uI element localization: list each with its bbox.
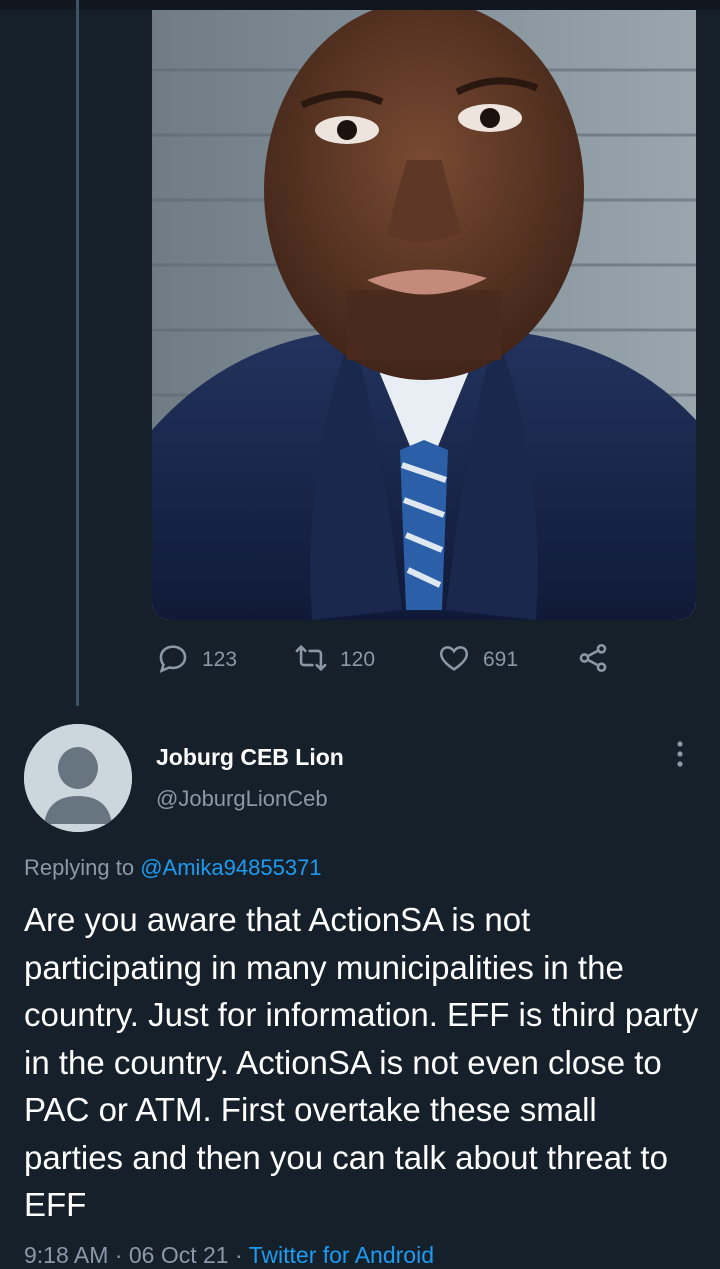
tweet-time: 9:18 AM bbox=[24, 1242, 109, 1268]
reply-button[interactable]: 123 bbox=[156, 640, 237, 680]
tweet-media-image[interactable] bbox=[152, 10, 696, 620]
retweet-icon bbox=[294, 641, 328, 680]
top-edge bbox=[0, 0, 720, 10]
meta-separator: · bbox=[234, 1242, 243, 1268]
reply-text: Are you aware that ActionSA is not parti… bbox=[24, 901, 699, 1223]
retweet-button[interactable]: 120 bbox=[294, 640, 375, 680]
like-button[interactable]: 691 bbox=[437, 640, 518, 680]
retweet-count: 120 bbox=[340, 648, 376, 671]
share-icon bbox=[576, 641, 610, 680]
tweet-date: 06 Oct 21 bbox=[128, 1242, 229, 1268]
share-button[interactable] bbox=[576, 640, 610, 680]
tweet-action-bar: 123 120 691 bbox=[156, 640, 626, 680]
reply-icon bbox=[156, 641, 190, 680]
heart-icon bbox=[437, 641, 471, 680]
default-profile-icon bbox=[24, 724, 132, 832]
replying-to-label: Replying to bbox=[24, 855, 135, 880]
reply-count: 123 bbox=[202, 648, 238, 671]
replying-to-mention[interactable]: @Amika94855371 bbox=[140, 855, 321, 880]
more-options-button[interactable] bbox=[664, 740, 696, 772]
tweet-timestamp-line: 9:18 AM · 06 Oct 21 · Twitter for Androi… bbox=[24, 1242, 434, 1269]
portrait-photo bbox=[152, 10, 696, 620]
replying-to-line: Replying to @Amika94855371 bbox=[24, 855, 322, 881]
like-count: 691 bbox=[483, 648, 519, 671]
tweet-source-link[interactable]: Twitter for Android bbox=[249, 1242, 434, 1268]
author-handle[interactable]: @JoburgLionCeb bbox=[156, 786, 328, 812]
author-avatar[interactable] bbox=[24, 724, 132, 832]
author-name[interactable]: Joburg CEB Lion bbox=[156, 744, 344, 771]
more-vertical-icon bbox=[675, 740, 685, 773]
meta-separator: · bbox=[114, 1242, 123, 1268]
thread-connector-line bbox=[76, 0, 79, 706]
